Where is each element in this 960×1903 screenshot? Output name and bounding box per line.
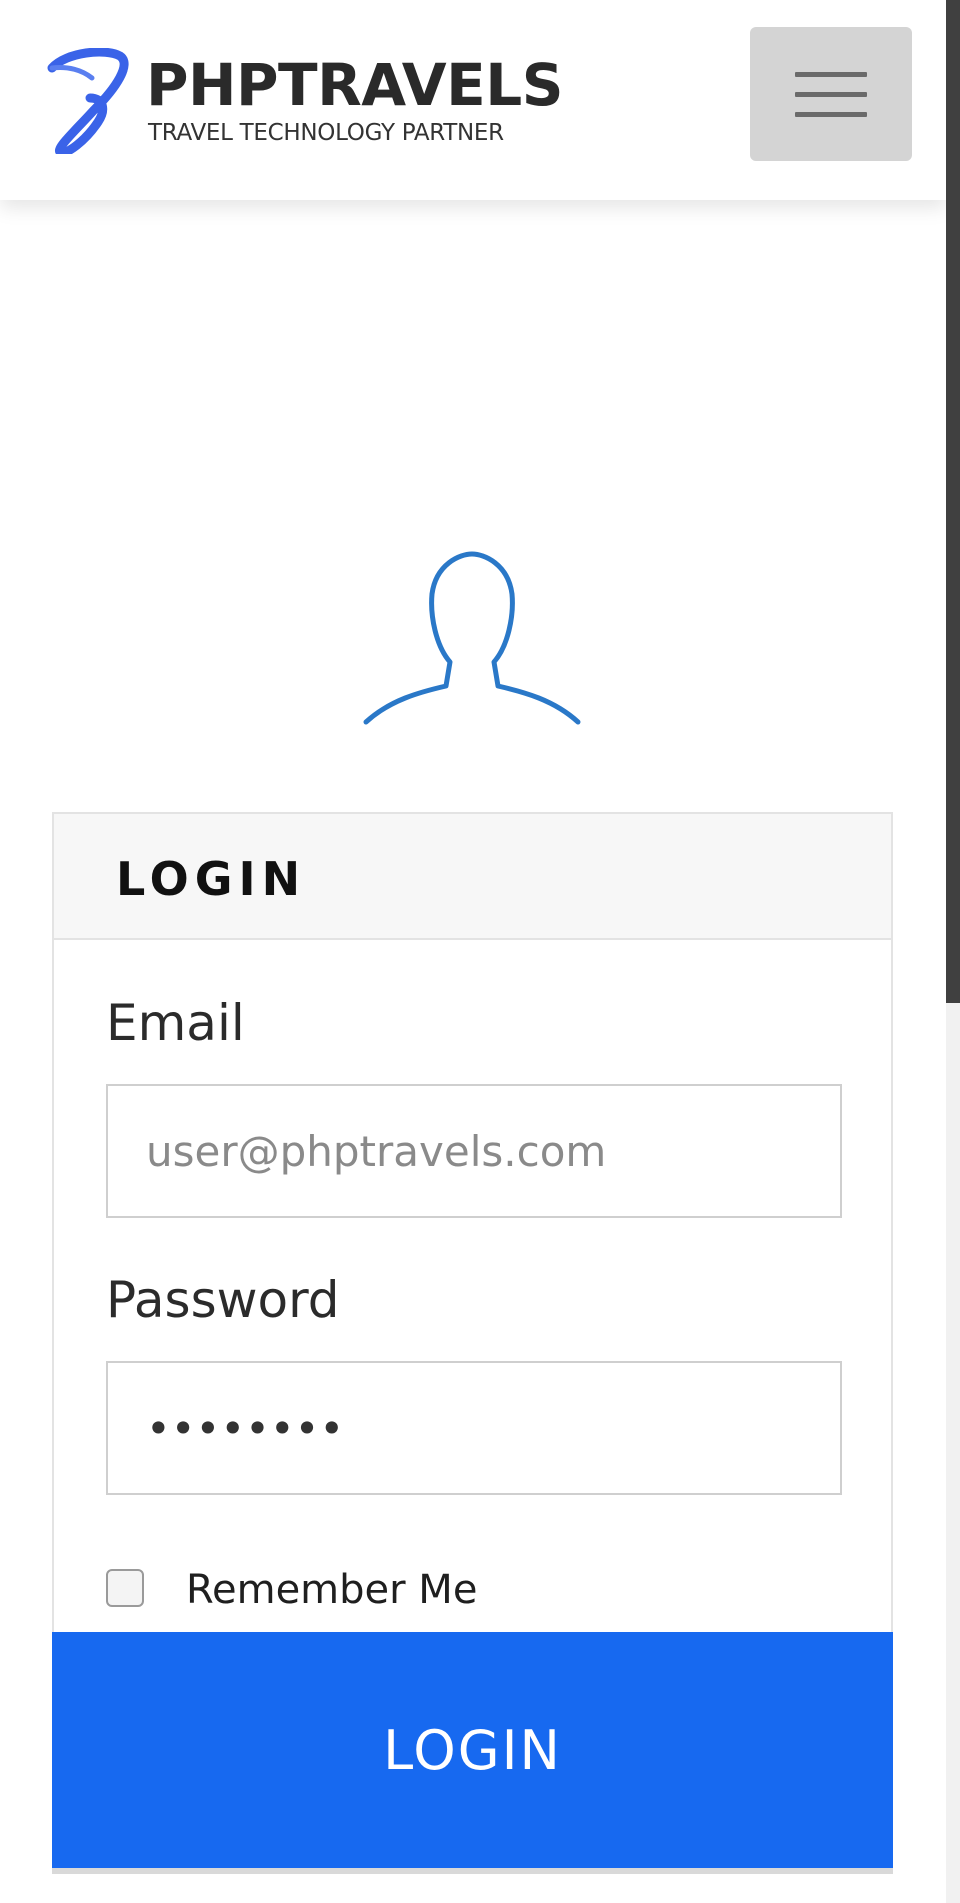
login-submit-button[interactable]: LOGIN <box>52 1632 893 1868</box>
email-label: Email <box>106 994 245 1052</box>
password-field[interactable] <box>106 1361 842 1495</box>
password-label: Password <box>106 1271 340 1329</box>
login-card: LOGIN Email Password Remember Me LOGIN <box>52 812 893 1874</box>
brand-tagline: TRAVEL TECHNOLOGY PARTNER <box>148 120 504 146</box>
email-field[interactable] <box>106 1084 842 1218</box>
phptravels-logo-mark-icon <box>47 48 129 154</box>
brand-logo[interactable]: PHPTRAVELS TRAVEL TECHNOLOGY PARTNER <box>46 48 563 158</box>
login-card-header: LOGIN <box>54 814 891 940</box>
user-silhouette-icon <box>363 551 581 725</box>
brand-name: PHPTRAVELS <box>146 51 563 119</box>
login-title: LOGIN <box>116 852 307 906</box>
scrollbar-thumb[interactable] <box>946 0 960 1003</box>
page-scrollbar[interactable] <box>946 0 960 1903</box>
site-header: PHPTRAVELS TRAVEL TECHNOLOGY PARTNER <box>0 0 946 200</box>
remember-me-row[interactable]: Remember Me <box>106 1559 606 1619</box>
menu-toggle-button[interactable] <box>750 27 912 161</box>
remember-me-checkbox[interactable] <box>106 1569 144 1607</box>
remember-me-label[interactable]: Remember Me <box>186 1567 477 1613</box>
